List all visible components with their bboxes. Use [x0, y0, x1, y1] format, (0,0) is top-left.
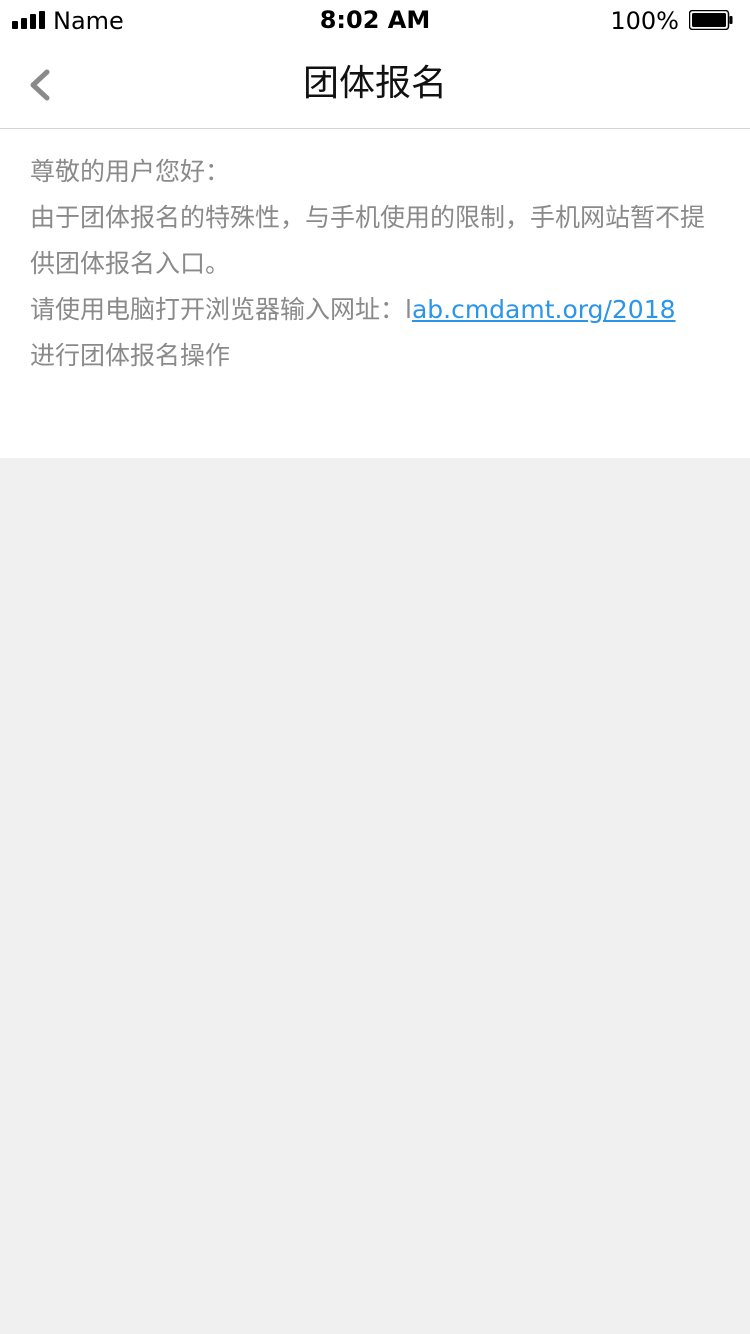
page-title: 团体报名: [302, 63, 447, 104]
notice-text: 尊敬的用户您好： 由于团体报名的特殊性，与手机使用的限制，手机网站暂不提供团体报…: [30, 149, 720, 379]
url-line: 请使用电脑打开浏览器输入网址：lab.cmdamt.org/2018: [30, 287, 720, 333]
notice-panel: 尊敬的用户您好： 由于团体报名的特殊性，与手机使用的限制，手机网站暂不提供团体报…: [0, 129, 750, 458]
battery-percentage: 100%: [610, 7, 679, 35]
url-prefix-text: 请使用电脑打开浏览器输入网址：l: [30, 295, 412, 324]
battery-icon: [689, 10, 733, 30]
notice-body-text: 由于团体报名的特殊性，与手机使用的限制，手机网站暂不提供团体报名入口。: [30, 203, 706, 278]
greeting-text: 尊敬的用户您好：: [30, 157, 231, 186]
navigation-bar: 团体报名: [0, 40, 750, 129]
website-link[interactable]: ab.cmdamt.org/2018: [412, 295, 676, 324]
closing-text: 进行团体报名操作: [30, 341, 231, 370]
status-bar: Name 8:02 AM 100%: [0, 0, 750, 40]
